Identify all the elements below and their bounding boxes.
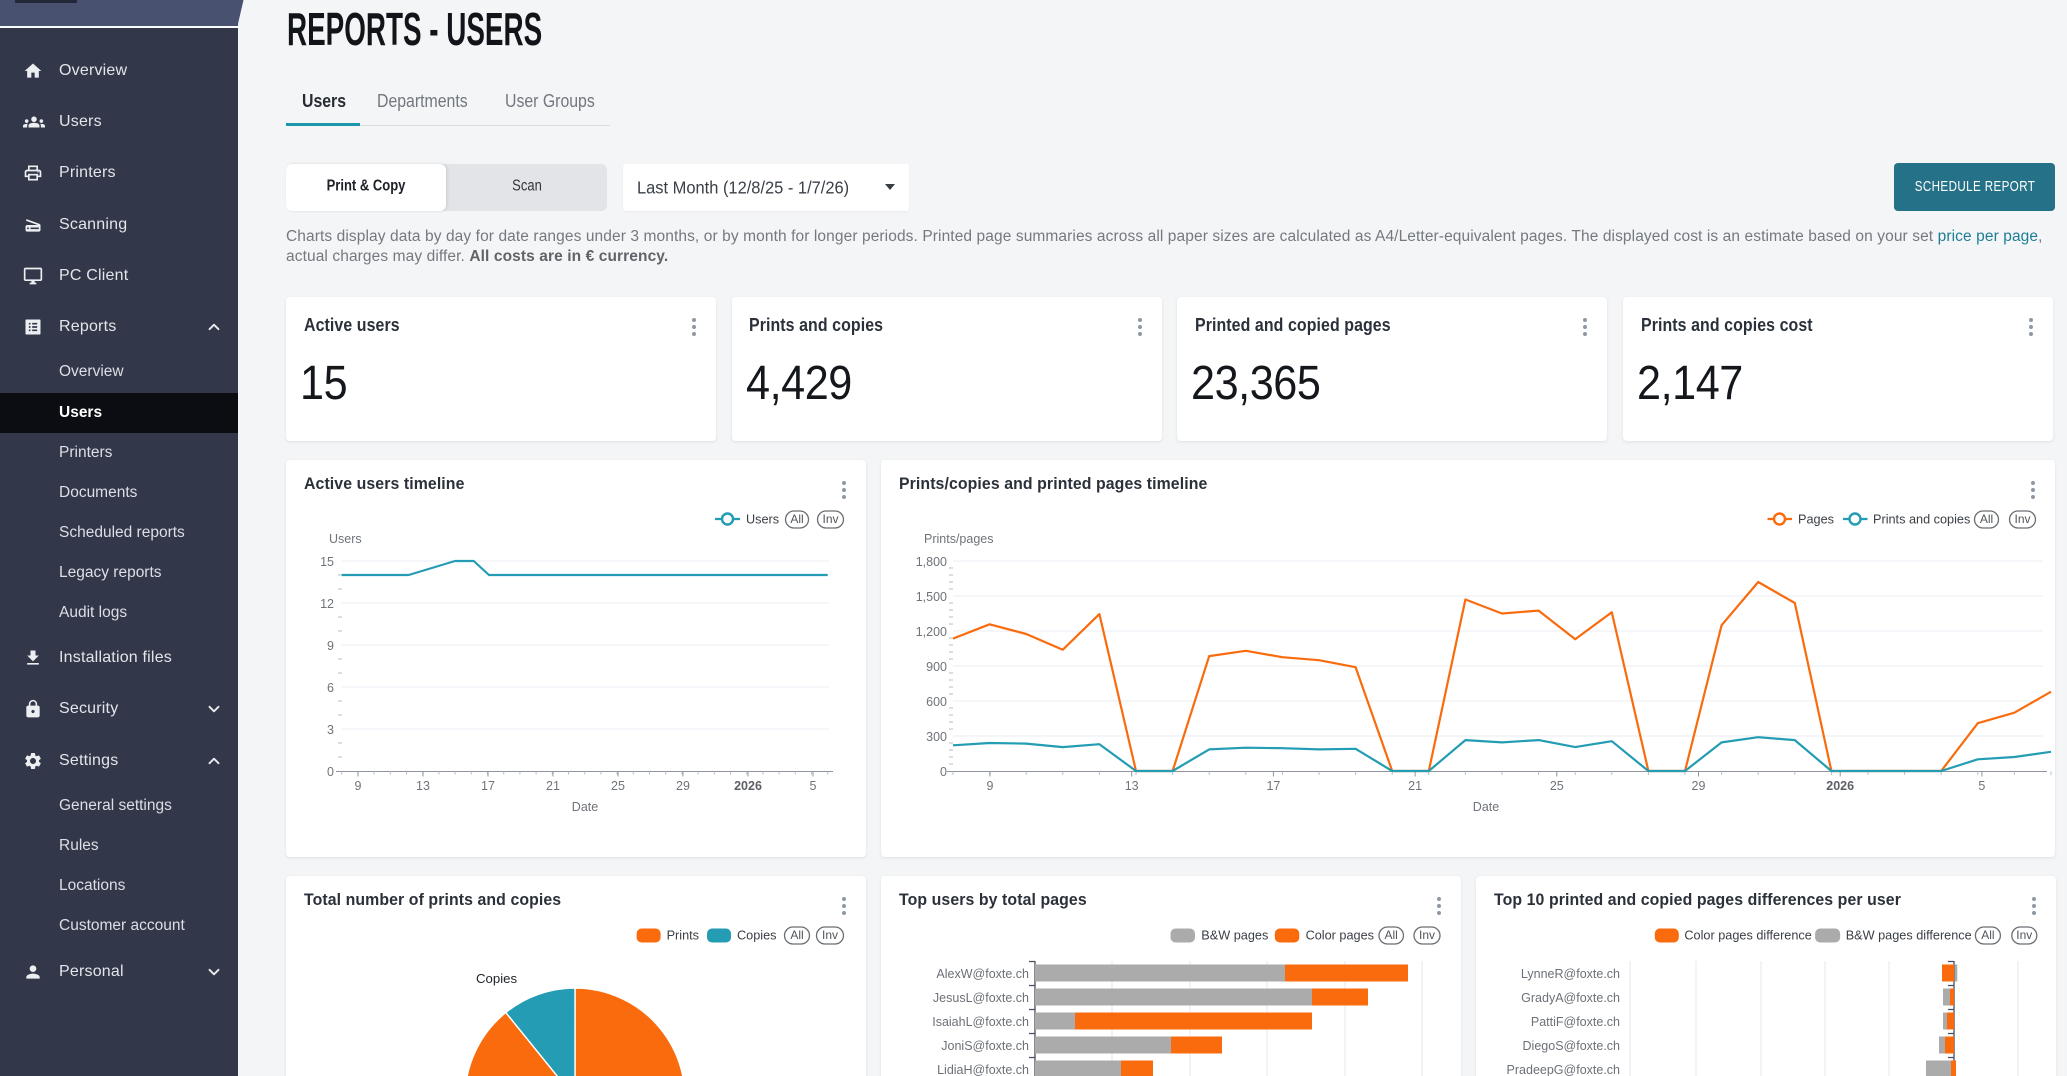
- svg-text:900: 900: [926, 660, 947, 674]
- svg-text:PattiF@foxte.ch: PattiF@foxte.ch: [1531, 1015, 1620, 1029]
- svg-text:JoniS@foxte.ch: JoniS@foxte.ch: [941, 1039, 1029, 1053]
- svg-text:15: 15: [320, 555, 334, 569]
- svg-text:17: 17: [481, 779, 495, 793]
- svg-text:9: 9: [327, 639, 334, 653]
- svg-text:DiegoS@foxte.ch: DiegoS@foxte.ch: [1523, 1039, 1621, 1053]
- svg-text:29: 29: [676, 779, 690, 793]
- svg-text:B&W pages difference: B&W pages difference: [1846, 929, 1972, 943]
- svg-text:Copies: Copies: [737, 929, 777, 943]
- svg-text:3: 3: [327, 723, 334, 737]
- svg-text:21: 21: [1408, 779, 1422, 793]
- svg-text:25: 25: [1550, 779, 1564, 793]
- svg-text:13: 13: [416, 779, 430, 793]
- svg-text:1,200: 1,200: [916, 625, 947, 639]
- svg-text:9: 9: [355, 779, 362, 793]
- svg-text:29: 29: [1692, 779, 1706, 793]
- svg-text:Prints: Prints: [667, 929, 699, 943]
- svg-text:Inv: Inv: [2016, 928, 2032, 942]
- svg-text:5: 5: [810, 779, 817, 793]
- svg-text:5: 5: [1978, 779, 1985, 793]
- svg-text:2026: 2026: [1826, 779, 1854, 793]
- svg-text:13: 13: [1125, 779, 1139, 793]
- svg-text:All: All: [1385, 928, 1398, 942]
- svg-text:Copies: Copies: [476, 971, 517, 986]
- svg-text:Inv: Inv: [2014, 512, 2030, 526]
- svg-text:LynneR@foxte.ch: LynneR@foxte.ch: [1521, 967, 1620, 981]
- svg-text:Date: Date: [1473, 800, 1499, 814]
- svg-text:1,800: 1,800: [916, 555, 947, 569]
- svg-text:Pages: Pages: [1798, 513, 1834, 527]
- svg-text:GradyA@foxte.ch: GradyA@foxte.ch: [1521, 991, 1620, 1005]
- svg-text:PradeepG@foxte.ch: PradeepG@foxte.ch: [1507, 1063, 1620, 1076]
- svg-text:AlexW@foxte.ch: AlexW@foxte.ch: [936, 967, 1029, 981]
- svg-text:Date: Date: [572, 800, 598, 814]
- svg-text:Prints and copies: Prints and copies: [1873, 513, 1970, 527]
- svg-text:Users: Users: [746, 513, 779, 527]
- svg-text:0: 0: [940, 765, 947, 779]
- svg-text:All: All: [790, 928, 803, 942]
- svg-text:600: 600: [926, 695, 947, 709]
- svg-text:300: 300: [926, 730, 947, 744]
- svg-text:1,500: 1,500: [916, 590, 947, 604]
- svg-text:Prints/pages: Prints/pages: [924, 532, 993, 546]
- svg-text:17: 17: [1266, 779, 1280, 793]
- svg-text:Inv: Inv: [822, 512, 838, 526]
- svg-text:All: All: [790, 512, 803, 526]
- svg-text:0: 0: [327, 765, 334, 779]
- svg-text:All: All: [1980, 512, 1993, 526]
- svg-text:JesusL@foxte.ch: JesusL@foxte.ch: [933, 991, 1029, 1005]
- svg-text:21: 21: [546, 779, 560, 793]
- svg-text:Inv: Inv: [1419, 928, 1435, 942]
- svg-text:Inv: Inv: [822, 928, 838, 942]
- svg-text:12: 12: [320, 597, 334, 611]
- svg-text:All: All: [1981, 928, 1994, 942]
- svg-text:9: 9: [987, 779, 994, 793]
- svg-text:25: 25: [611, 779, 625, 793]
- svg-text:LidiaH@foxte.ch: LidiaH@foxte.ch: [937, 1063, 1029, 1076]
- svg-text:Color pages: Color pages: [1306, 929, 1374, 943]
- svg-text:B&W pages: B&W pages: [1201, 929, 1268, 943]
- svg-text:IsaiahL@foxte.ch: IsaiahL@foxte.ch: [932, 1015, 1029, 1029]
- svg-text:2026: 2026: [734, 779, 762, 793]
- svg-text:Color pages difference: Color pages difference: [1684, 929, 1811, 943]
- svg-text:Users: Users: [329, 532, 362, 546]
- svg-text:6: 6: [327, 681, 334, 695]
